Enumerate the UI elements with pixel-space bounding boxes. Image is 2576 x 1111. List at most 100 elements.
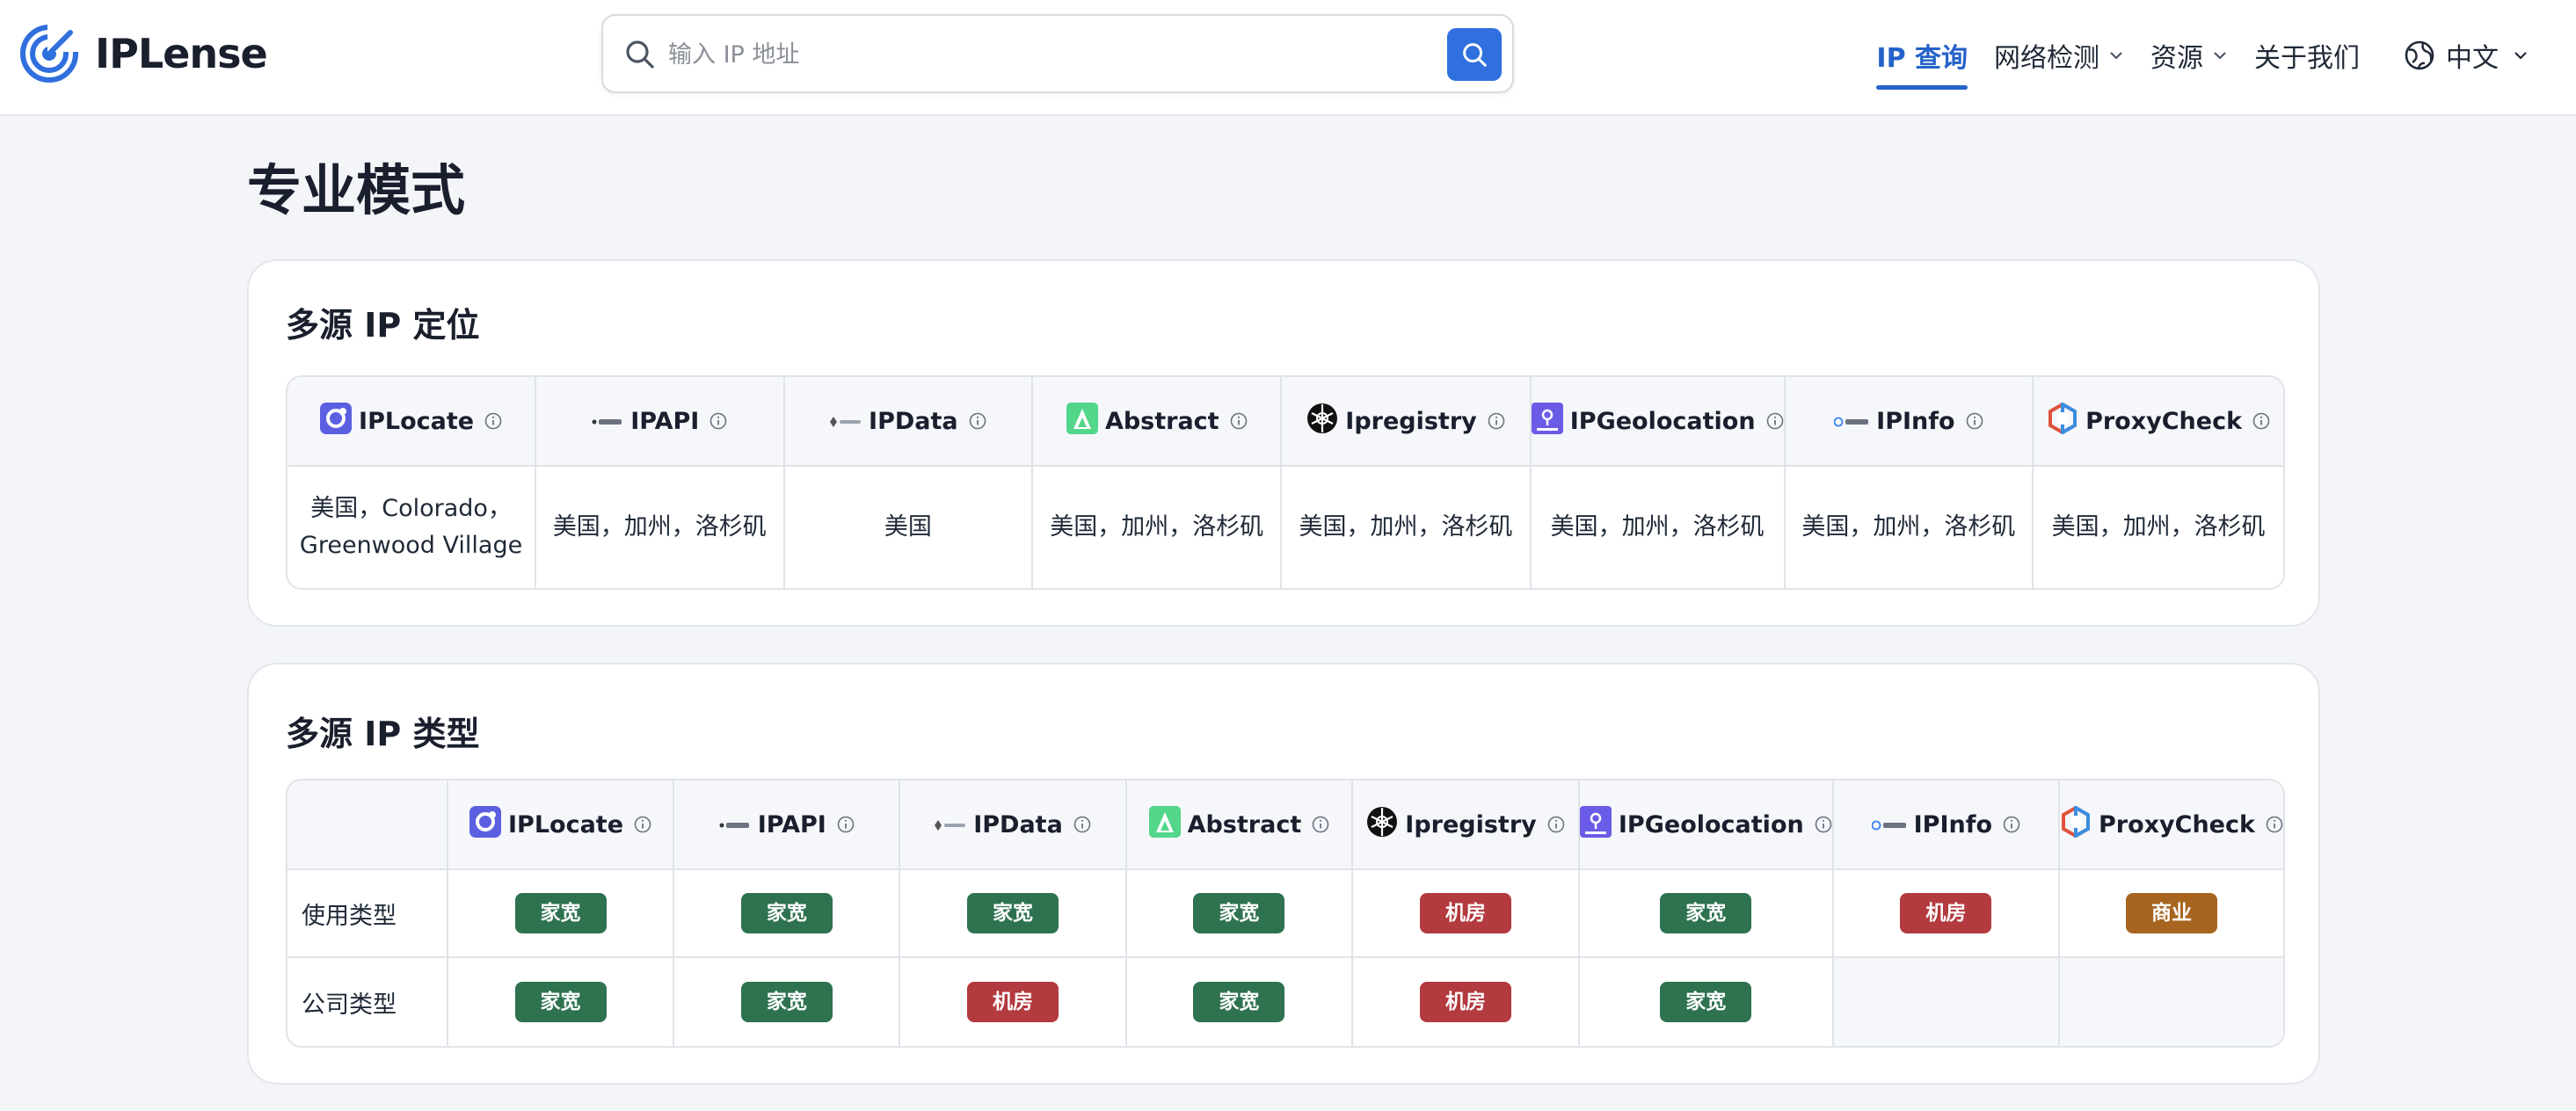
info-icon[interactable] (1230, 412, 1248, 430)
provider-header-abstract: Abstract (1126, 781, 1354, 870)
provider-label: Ipregistry (1306, 403, 1505, 440)
proxycheck-logo-icon (2060, 804, 2099, 844)
type-badge: 家宽 (1660, 982, 1752, 1022)
type-badge: 家宽 (967, 893, 1059, 933)
info-icon[interactable] (2266, 816, 2283, 833)
provider-header-ipinfo: IPInfo (1785, 377, 2034, 467)
provider-header-proxycheck: ProxyCheck (2034, 377, 2283, 467)
main-nav: IP 查询 网络检测 资源 关于我们 中文 (1850, 33, 2529, 90)
info-icon[interactable] (969, 412, 986, 430)
provider-header-ipapi: IPAPI (674, 781, 901, 870)
nav-item-label: 网络检测 (1994, 43, 2099, 74)
type-cell: 家宽 (674, 870, 901, 958)
info-icon[interactable] (1073, 816, 1091, 833)
provider-header-abstract: Abstract (1033, 377, 1283, 467)
brand-name: IPLense (95, 30, 268, 77)
type-cell: 家宽 (1127, 958, 1354, 1046)
provider-name: Abstract (1187, 810, 1302, 839)
provider-label: IPGeolocation (1531, 402, 1784, 440)
info-icon[interactable] (2003, 816, 2020, 833)
provider-name: IPData (869, 407, 958, 435)
nav-item-label: IP 查询 (1876, 43, 1968, 74)
provider-header-row: IPLocate IPAPI IPData Abstract Ipregistry IPG… (287, 377, 2283, 467)
provider-label: IPData (830, 408, 986, 435)
location-row: 美国，Colorado，Greenwood Village 美国，加州，洛杉矶 美国… (287, 467, 2283, 588)
info-icon[interactable] (1547, 816, 1565, 833)
provider-label: IPAPI (592, 408, 727, 435)
info-icon[interactable] (1488, 412, 1505, 430)
ipregistry-logo-icon (1306, 403, 1345, 440)
provider-header-row: IPLocate IPAPI IPData Abstract Ipregistry IPG… (287, 781, 2283, 870)
table-row: 使用类型 家宽 家宽 家宽 家宽 机房 家宽 机房 商业 (287, 870, 2283, 958)
section-title: 多源 IP 类型 (286, 715, 480, 753)
globe-icon (2405, 40, 2434, 70)
nav-resources[interactable]: 资源 (2150, 33, 2228, 77)
type-badge: 家宽 (1660, 893, 1752, 933)
location-cell: 美国，加州，洛杉矶 (1786, 467, 2034, 588)
info-icon[interactable] (1966, 412, 1983, 430)
nav-item-label: 资源 (2150, 43, 2203, 74)
type-cell: 家宽 (900, 870, 1127, 958)
type-cell: 家宽 (448, 958, 675, 1046)
location-cell: 美国，加州，洛杉矶 (2051, 513, 2266, 541)
info-icon[interactable] (1815, 816, 1832, 833)
ipapi-logo-icon (719, 811, 758, 839)
provider-name: Ipregistry (1405, 810, 1537, 839)
radar-target-icon (20, 24, 79, 83)
type-cell: 家宽 (1580, 958, 1834, 1046)
type-badge: 机房 (1420, 893, 1512, 933)
info-icon[interactable] (1312, 816, 1329, 833)
multi-source-type-card: 多源 IP 类型 IPLocate IPAPI IPData Abstract Ipre… (247, 663, 2320, 1085)
ipgeolocation-logo-icon (1531, 402, 1570, 440)
provider-label: Ipregistry (1366, 806, 1565, 844)
provider-header-ipapi: IPAPI (536, 377, 785, 467)
provider-label: IPGeolocation (1579, 805, 1832, 844)
info-icon[interactable] (2252, 412, 2270, 430)
provider-name: IPInfo (1876, 407, 1955, 435)
provider-name: IPLocate (507, 810, 624, 839)
nav-ip-lookup[interactable]: IP 查询 (1876, 33, 1968, 90)
page-title: 专业模式 (247, 158, 466, 222)
search-button[interactable] (1447, 28, 1502, 81)
info-icon[interactable] (484, 412, 502, 430)
provider-name: Ipregistry (1345, 407, 1477, 435)
proxycheck-logo-icon (2047, 401, 2085, 440)
type-cell: 家宽 (1579, 870, 1834, 958)
ipinfo-logo-icon (1833, 408, 1876, 435)
corner-header (287, 781, 448, 870)
type-badge: 家宽 (1193, 982, 1285, 1022)
type-cell: 商业 (2059, 870, 2283, 958)
provider-name: IPGeolocation (1618, 810, 1804, 839)
location-cell: 美国，加州，洛杉矶 (1532, 467, 1786, 588)
info-icon[interactable] (837, 816, 855, 833)
type-badge: 家宽 (514, 982, 607, 1022)
nav-network-test[interactable]: 网络检测 (1994, 33, 2124, 77)
chevron-down-icon (2514, 52, 2527, 60)
provider-name: ProxyCheck (2098, 810, 2255, 839)
chevron-down-icon (2214, 52, 2226, 60)
ip-search-input[interactable] (668, 33, 1389, 76)
info-icon[interactable] (709, 412, 727, 430)
language-switcher[interactable]: 中文 (2404, 33, 2529, 77)
brand-logo[interactable]: IPLense (19, 23, 268, 84)
provider-name: IPData (973, 810, 1063, 839)
nav-about-us[interactable]: 关于我们 (2254, 33, 2360, 77)
info-icon[interactable] (634, 816, 651, 833)
provider-name: IPInfo (1913, 810, 1993, 839)
type-cell: 机房 (900, 958, 1127, 1046)
provider-header-iplocate: IPLocate (448, 781, 675, 870)
table-row: 公司类型 家宽 家宽 机房 家宽 机房 家宽 (287, 958, 2283, 1046)
iplocate-logo-icon (320, 402, 359, 440)
info-icon[interactable] (1766, 412, 1784, 430)
type-cell: 家宽 (674, 958, 901, 1046)
type-badge: 家宽 (514, 893, 607, 933)
type-badge: 家宽 (740, 982, 833, 1022)
provider-header-iplocate: IPLocate (287, 377, 537, 467)
language-label: 中文 (2446, 43, 2499, 74)
location-cell: 美国，Colorado，Greenwood Village (287, 467, 537, 588)
chevron-down-icon (2110, 52, 2122, 60)
type-badge: 家宽 (740, 893, 833, 933)
type-table: IPLocate IPAPI IPData Abstract Ipregistry IPG… (286, 779, 2285, 1048)
provider-label: ProxyCheck (2060, 804, 2283, 844)
provider-header-ipdata: IPData (900, 781, 1127, 870)
